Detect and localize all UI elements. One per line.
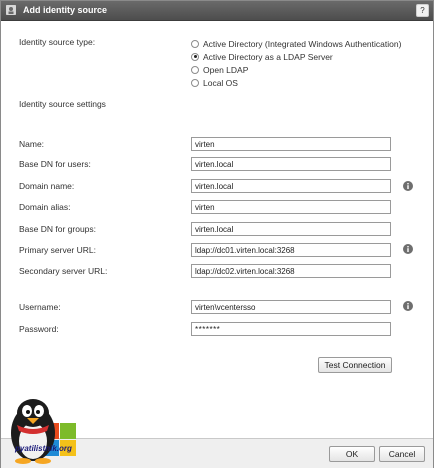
- identity-source-icon: [6, 5, 16, 15]
- domain-name-label: Domain name:: [19, 181, 75, 191]
- domain-alias-field[interactable]: [191, 200, 391, 214]
- password-field[interactable]: [191, 322, 391, 336]
- ok-button[interactable]: OK: [329, 446, 375, 462]
- help-button[interactable]: ?: [416, 4, 429, 17]
- radio-button-selected[interactable]: [191, 52, 199, 61]
- username-field[interactable]: [191, 300, 391, 314]
- test-connection-button[interactable]: Test Connection: [318, 357, 392, 373]
- info-icon[interactable]: [403, 301, 413, 311]
- radio-open-ldap[interactable]: Open LDAP: [191, 64, 248, 75]
- info-icon[interactable]: [403, 244, 413, 254]
- primary-url-field[interactable]: [191, 243, 391, 257]
- name-field[interactable]: [191, 137, 391, 151]
- penguin-logo: [11, 399, 76, 464]
- radio-local-os[interactable]: Local OS: [191, 77, 238, 88]
- secondary-url-field[interactable]: [191, 264, 391, 278]
- base-dn-groups-label: Base DN for groups:: [19, 224, 97, 234]
- watermark-text: pyatilistnik.org: [15, 444, 72, 453]
- radio-button[interactable]: [191, 65, 199, 74]
- name-label: Name:: [19, 139, 45, 149]
- cancel-button[interactable]: Cancel: [379, 446, 425, 462]
- domain-alias-label: Domain alias:: [19, 202, 71, 212]
- dialog-title: Add identity source: [23, 5, 108, 15]
- radio-label: Active Directory as a LDAP Server: [203, 51, 333, 62]
- secondary-url-label: Secondary server URL:: [19, 266, 108, 276]
- radio-button[interactable]: [191, 39, 199, 48]
- radio-label: Active Directory (Integrated Windows Aut…: [203, 38, 402, 49]
- base-dn-groups-field[interactable]: [191, 222, 391, 236]
- base-dn-users-label: Base DN for users:: [19, 159, 91, 169]
- radio-active-directory-iwa[interactable]: Active Directory (Integrated Windows Aut…: [191, 38, 401, 49]
- dialog-titlebar[interactable]: Add identity source ?: [1, 1, 433, 21]
- settings-heading: Identity source settings: [19, 99, 106, 109]
- info-icon[interactable]: [403, 181, 413, 191]
- password-label: Password:: [19, 324, 59, 334]
- base-dn-users-field[interactable]: [191, 157, 391, 171]
- primary-url-label: Primary server URL:: [19, 245, 96, 255]
- radio-active-directory-ldap[interactable]: Active Directory as a LDAP Server: [191, 51, 333, 62]
- identity-source-type-label: Identity source type:: [19, 37, 96, 47]
- domain-name-field[interactable]: [191, 179, 391, 193]
- radio-button[interactable]: [191, 78, 199, 87]
- username-label: Username:: [19, 302, 61, 312]
- add-identity-source-dialog: Add identity source ? Identity source ty…: [0, 0, 434, 468]
- radio-label: Local OS: [203, 77, 238, 88]
- radio-label: Open LDAP: [203, 64, 249, 75]
